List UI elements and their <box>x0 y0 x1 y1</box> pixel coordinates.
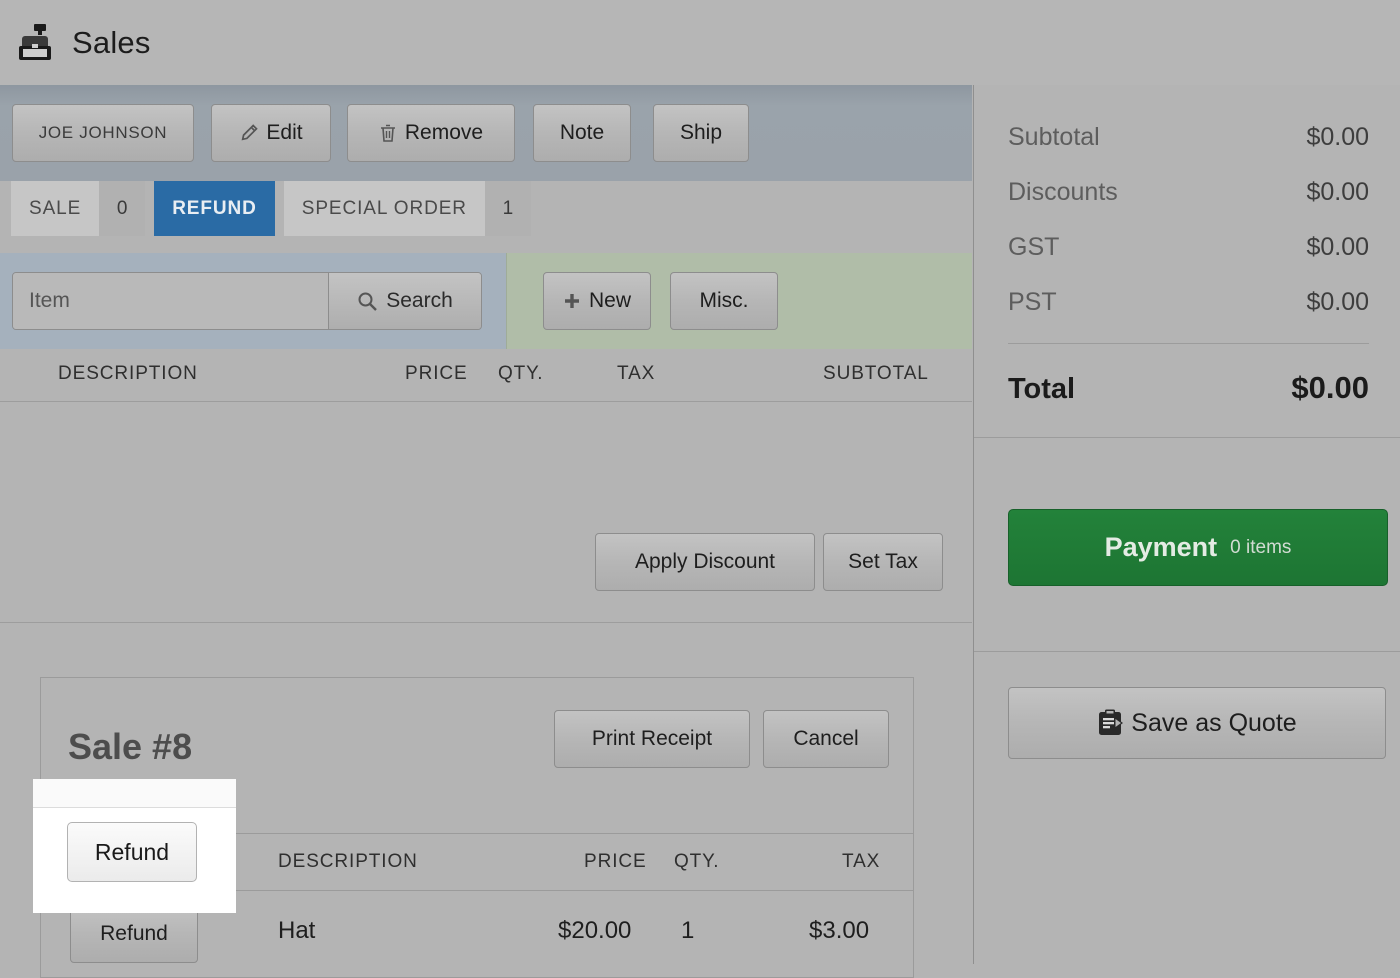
edit-customer-button[interactable]: Edit <box>211 104 331 162</box>
subtotal-value: $0.00 <box>1306 123 1369 151</box>
new-item-button[interactable]: New <box>543 272 651 330</box>
sale-col-qty: QTY. <box>674 851 720 872</box>
trash-icon <box>379 123 397 143</box>
tab-refund[interactable]: REFUND <box>154 181 275 236</box>
search-icon <box>357 291 378 312</box>
tab-sale-count: 0 <box>99 181 146 236</box>
summary-pane: Subtotal $0.00 Discounts $0.00 GST $0.00… <box>973 85 1400 964</box>
misc-item-button[interactable]: Misc. <box>670 272 778 330</box>
search-label: Search <box>386 289 453 312</box>
total-label: Total <box>1008 373 1076 405</box>
summary-divider-1 <box>974 437 1400 438</box>
row-qty: 1 <box>681 917 695 944</box>
row-tax: $3.00 <box>809 917 870 944</box>
sale-card-title: Sale #8 <box>68 726 193 767</box>
cart-col-description: DESCRIPTION <box>58 363 198 384</box>
cart-column-headers: DESCRIPTION PRICE QTY. TAX SUBTOTAL <box>0 349 972 402</box>
item-search-strip: Search New Misc. <box>0 253 972 349</box>
summary-divider-2 <box>974 651 1400 652</box>
totals-row-subtotal: Subtotal $0.00 <box>1008 123 1369 152</box>
page-title: Sales <box>72 24 151 60</box>
gst-label: GST <box>1008 233 1060 261</box>
title-bar: Sales <box>0 0 1400 85</box>
cancel-button[interactable]: Cancel <box>763 710 889 768</box>
grand-total-row: Total $0.00 <box>1008 370 1369 406</box>
sale-col-price: PRICE <box>584 851 647 872</box>
main-pane: JOE JOHNSON Edit Remove Note Ship SALE 0… <box>0 85 972 978</box>
cart-col-subtotal: SUBTOTAL <box>823 363 929 384</box>
item-search-box: Search <box>12 272 482 330</box>
gst-value: $0.00 <box>1306 233 1369 261</box>
save-as-quote-label: Save as Quote <box>1131 708 1297 737</box>
customer-name-button[interactable]: JOE JOHNSON <box>12 104 194 162</box>
tab-sale-label: SALE <box>11 181 100 236</box>
transaction-type-tabs: SALE 0 REFUND SPECIAL ORDER 1 <box>0 181 972 253</box>
cart-col-tax: TAX <box>617 363 656 384</box>
tab-special-order-label: SPECIAL ORDER <box>283 181 485 236</box>
remove-label: Remove <box>404 121 484 144</box>
save-as-quote-button[interactable]: Save as Quote <box>1008 687 1386 759</box>
totals-row-discounts: Discounts $0.00 <box>1008 178 1369 207</box>
set-tax-button[interactable]: Set Tax <box>823 533 943 591</box>
totals-list: Subtotal $0.00 Discounts $0.00 GST $0.00… <box>974 85 1400 317</box>
totals-row-gst: GST $0.00 <box>1008 233 1369 262</box>
total-value: $0.00 <box>1291 370 1369 405</box>
cart-col-qty: QTY. <box>498 363 544 384</box>
payment-button[interactable]: Payment 0 items <box>1008 509 1388 586</box>
tab-sale[interactable]: SALE 0 <box>11 181 146 236</box>
totals-divider <box>1008 343 1369 344</box>
pencil-icon <box>239 123 259 143</box>
pst-label: PST <box>1008 288 1057 316</box>
print-receipt-button[interactable]: Print Receipt <box>554 710 750 768</box>
edit-label: Edit <box>266 121 303 144</box>
totals-row-pst: PST $0.00 <box>1008 288 1369 317</box>
note-button[interactable]: Note <box>533 104 631 162</box>
discounts-label: Discounts <box>1008 178 1118 206</box>
row-price: $20.00 <box>558 917 632 944</box>
subtotal-label: Subtotal <box>1008 123 1100 151</box>
cart-col-price: PRICE <box>405 363 468 384</box>
tab-refund-label: REFUND <box>154 181 275 236</box>
sale-card: Sale #8 Print Receipt Cancel DESCRIPTION… <box>40 677 914 978</box>
cash-register-icon <box>19 23 51 60</box>
refund-item-button[interactable]: Refund <box>70 905 198 963</box>
sale-col-description: DESCRIPTION <box>278 851 418 872</box>
sale-card-column-headers: DESCRIPTION PRICE QTY. TAX <box>41 834 913 891</box>
sale-card-header: Sale #8 Print Receipt Cancel <box>41 678 913 834</box>
tab-special-order[interactable]: SPECIAL ORDER 1 <box>283 181 531 236</box>
clipboard-icon <box>1097 709 1124 737</box>
row-description: Hat <box>278 917 316 944</box>
tab-special-order-count: 1 <box>484 181 531 236</box>
pst-value: $0.00 <box>1306 288 1369 316</box>
plus-icon <box>563 292 581 310</box>
payment-label: Payment <box>1104 532 1218 562</box>
cart-body: Apply Discount Set Tax <box>0 402 972 623</box>
discounts-value: $0.00 <box>1306 178 1369 206</box>
new-label: New <box>588 289 631 312</box>
apply-discount-button[interactable]: Apply Discount <box>595 533 815 591</box>
remove-customer-button[interactable]: Remove <box>347 104 515 162</box>
payment-item-count: 0 items <box>1230 536 1292 558</box>
search-input[interactable] <box>13 273 328 329</box>
table-row: Refund Hat $20.00 1 $3.00 <box>41 891 913 977</box>
customer-bar: JOE JOHNSON Edit Remove Note Ship <box>0 85 972 182</box>
sale-col-tax: TAX <box>842 851 881 872</box>
search-button[interactable]: Search <box>328 273 481 329</box>
search-zone: Search <box>0 253 506 349</box>
ship-button[interactable]: Ship <box>653 104 749 162</box>
new-item-zone: New Misc. <box>506 253 972 349</box>
